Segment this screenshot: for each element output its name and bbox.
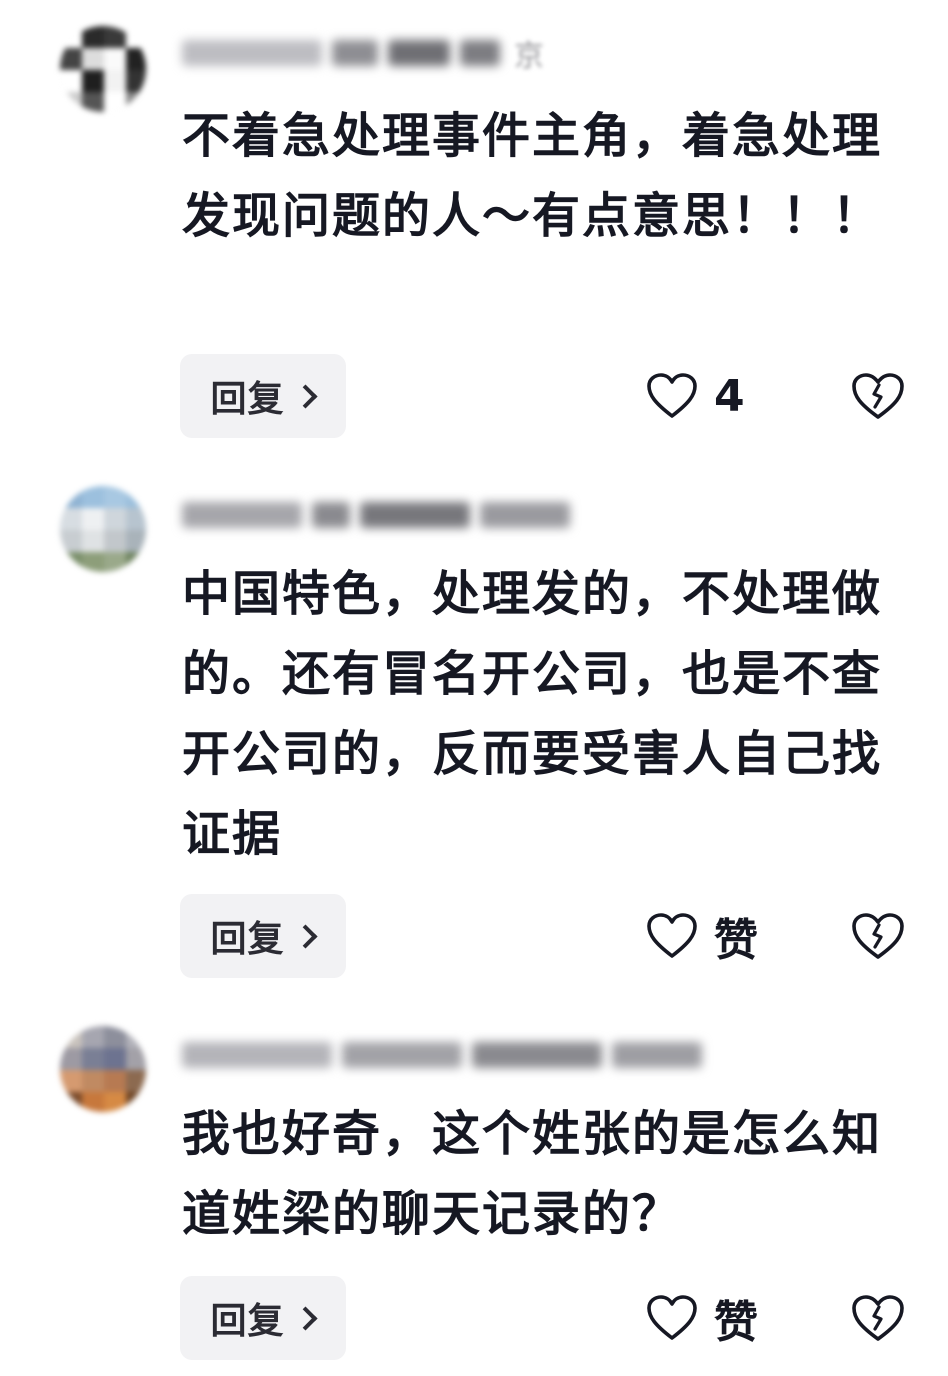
chevron-right-icon <box>292 383 318 409</box>
like-count: 赞 <box>714 915 758 966</box>
chevron-right-icon <box>292 1305 318 1331</box>
username-redacted <box>182 40 322 66</box>
username-redacted <box>472 1042 602 1068</box>
username-redacted <box>332 40 378 66</box>
avatar[interactable] <box>60 486 146 572</box>
like-button[interactable]: 赞 <box>646 1276 758 1360</box>
like-button[interactable]: 赞 <box>646 894 758 978</box>
dislike-button[interactable] <box>846 1276 910 1360</box>
dislike-button[interactable] <box>846 894 910 978</box>
reply-button[interactable]: 回复 <box>180 354 346 438</box>
username-redacted <box>312 502 350 528</box>
broken-heart-icon <box>850 911 906 961</box>
comment-item: 中国特色，处理发的，不处理做的。还有冒名开公司，也是不查开公司的，反而要受害人自… <box>0 470 948 1010</box>
username[interactable] <box>182 492 584 538</box>
comment-item: 京 不着急处理事件主角，着急处理发现问题的人～有点意思！！！ 回复 4 <box>0 0 948 470</box>
username[interactable]: 京 <box>182 30 544 76</box>
username-text: 京 <box>514 39 544 74</box>
username-redacted <box>612 1042 702 1068</box>
username-redacted <box>342 1042 462 1068</box>
heart-outline-icon <box>646 372 698 420</box>
like-count: 赞 <box>714 1297 758 1348</box>
username-redacted <box>182 1042 332 1068</box>
avatar[interactable] <box>60 26 146 112</box>
comment-item: 我也好奇，这个姓张的是怎么知道姓梁的聊天记录的？ 回复 赞 <box>0 1010 948 1376</box>
avatar[interactable] <box>60 1026 146 1112</box>
reply-label: 回复 <box>210 1301 285 1342</box>
dislike-button[interactable] <box>846 354 910 438</box>
username-redacted <box>480 502 570 528</box>
reply-label: 回复 <box>210 919 285 960</box>
username-redacted <box>460 40 500 66</box>
username-redacted <box>388 40 450 66</box>
username[interactable] <box>182 1032 716 1078</box>
reply-button[interactable]: 回复 <box>180 894 346 978</box>
comment-text: 不着急处理事件主角，着急处理发现问题的人～有点意思！！！ <box>182 108 883 244</box>
heart-outline-icon <box>646 912 698 960</box>
heart-outline-icon <box>646 1294 698 1342</box>
comment-text: 我也好奇，这个姓张的是怎么知道姓梁的聊天记录的？ <box>182 1106 883 1242</box>
broken-heart-icon <box>850 371 906 421</box>
username-redacted <box>182 502 302 528</box>
username-redacted <box>360 502 470 528</box>
broken-heart-icon <box>850 1293 906 1343</box>
reply-label: 回复 <box>210 379 285 420</box>
reply-button[interactable]: 回复 <box>180 1276 346 1360</box>
like-button[interactable]: 4 <box>646 354 745 438</box>
comment-text: 中国特色，处理发的，不处理做的。还有冒名开公司，也是不查开公司的，反而要受害人自… <box>182 566 883 862</box>
chevron-right-icon <box>292 923 318 949</box>
like-count: 4 <box>714 370 745 422</box>
